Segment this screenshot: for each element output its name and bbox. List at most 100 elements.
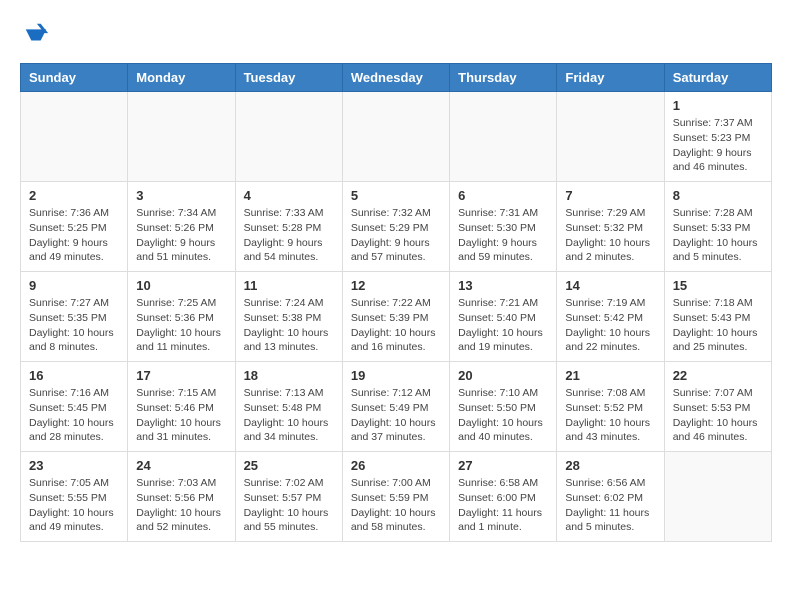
day-number: 12: [351, 278, 441, 293]
calendar-cell: 24 Sunrise: 7:03 AM Sunset: 5:56 PM Dayli…: [128, 452, 235, 542]
day-number: 11: [244, 278, 334, 293]
day-info: Sunrise: 7:36 AM Sunset: 5:25 PM Dayligh…: [29, 206, 119, 265]
page-header: [20, 20, 772, 53]
calendar-cell: [557, 92, 664, 182]
day-number: 7: [565, 188, 655, 203]
day-number: 10: [136, 278, 226, 293]
calendar-cell: 10 Sunrise: 7:25 AM Sunset: 5:36 PM Dayli…: [128, 272, 235, 362]
day-info: Sunrise: 7:25 AM Sunset: 5:36 PM Dayligh…: [136, 296, 226, 355]
logo-icon: [22, 20, 50, 48]
day-number: 23: [29, 458, 119, 473]
day-info: Sunrise: 7:21 AM Sunset: 5:40 PM Dayligh…: [458, 296, 548, 355]
day-number: 17: [136, 368, 226, 383]
calendar-cell: 18 Sunrise: 7:13 AM Sunset: 5:48 PM Dayli…: [235, 362, 342, 452]
calendar-cell: 3 Sunrise: 7:34 AM Sunset: 5:26 PM Daylig…: [128, 182, 235, 272]
calendar-cell: 27 Sunrise: 6:58 AM Sunset: 6:00 PM Dayli…: [450, 452, 557, 542]
calendar-cell: [342, 92, 449, 182]
calendar-cell: [664, 452, 771, 542]
day-number: 1: [673, 98, 763, 113]
day-number: 24: [136, 458, 226, 473]
calendar-cell: 28 Sunrise: 6:56 AM Sunset: 6:02 PM Dayli…: [557, 452, 664, 542]
weekday-header-saturday: Saturday: [664, 64, 771, 92]
weekday-header-sunday: Sunday: [21, 64, 128, 92]
day-info: Sunrise: 7:05 AM Sunset: 5:55 PM Dayligh…: [29, 476, 119, 535]
day-number: 22: [673, 368, 763, 383]
week-row-2: 2 Sunrise: 7:36 AM Sunset: 5:25 PM Daylig…: [21, 182, 772, 272]
day-info: Sunrise: 7:08 AM Sunset: 5:52 PM Dayligh…: [565, 386, 655, 445]
weekday-header-row: SundayMondayTuesdayWednesdayThursdayFrid…: [21, 64, 772, 92]
day-info: Sunrise: 7:18 AM Sunset: 5:43 PM Dayligh…: [673, 296, 763, 355]
day-info: Sunrise: 7:29 AM Sunset: 5:32 PM Dayligh…: [565, 206, 655, 265]
day-info: Sunrise: 7:28 AM Sunset: 5:33 PM Dayligh…: [673, 206, 763, 265]
calendar-cell: 26 Sunrise: 7:00 AM Sunset: 5:59 PM Dayli…: [342, 452, 449, 542]
day-info: Sunrise: 7:19 AM Sunset: 5:42 PM Dayligh…: [565, 296, 655, 355]
calendar-cell: 20 Sunrise: 7:10 AM Sunset: 5:50 PM Dayli…: [450, 362, 557, 452]
calendar-cell: [235, 92, 342, 182]
day-info: Sunrise: 7:10 AM Sunset: 5:50 PM Dayligh…: [458, 386, 548, 445]
day-info: Sunrise: 7:24 AM Sunset: 5:38 PM Dayligh…: [244, 296, 334, 355]
day-info: Sunrise: 7:15 AM Sunset: 5:46 PM Dayligh…: [136, 386, 226, 445]
day-number: 13: [458, 278, 548, 293]
day-info: Sunrise: 7:07 AM Sunset: 5:53 PM Dayligh…: [673, 386, 763, 445]
calendar-cell: 19 Sunrise: 7:12 AM Sunset: 5:49 PM Dayli…: [342, 362, 449, 452]
calendar-cell: 22 Sunrise: 7:07 AM Sunset: 5:53 PM Dayli…: [664, 362, 771, 452]
day-number: 16: [29, 368, 119, 383]
day-info: Sunrise: 7:13 AM Sunset: 5:48 PM Dayligh…: [244, 386, 334, 445]
calendar-cell: 21 Sunrise: 7:08 AM Sunset: 5:52 PM Dayli…: [557, 362, 664, 452]
day-number: 4: [244, 188, 334, 203]
week-row-5: 23 Sunrise: 7:05 AM Sunset: 5:55 PM Dayli…: [21, 452, 772, 542]
calendar-cell: 2 Sunrise: 7:36 AM Sunset: 5:25 PM Daylig…: [21, 182, 128, 272]
day-number: 3: [136, 188, 226, 203]
calendar-cell: [21, 92, 128, 182]
day-number: 18: [244, 368, 334, 383]
calendar-cell: 11 Sunrise: 7:24 AM Sunset: 5:38 PM Dayli…: [235, 272, 342, 362]
calendar-cell: 23 Sunrise: 7:05 AM Sunset: 5:55 PM Dayli…: [21, 452, 128, 542]
day-info: Sunrise: 7:22 AM Sunset: 5:39 PM Dayligh…: [351, 296, 441, 355]
day-info: Sunrise: 7:02 AM Sunset: 5:57 PM Dayligh…: [244, 476, 334, 535]
calendar-cell: 6Sunrise: 7:31 AM Sunset: 5:30 PM Daylig…: [450, 182, 557, 272]
calendar-cell: 13 Sunrise: 7:21 AM Sunset: 5:40 PM Dayli…: [450, 272, 557, 362]
day-number: 28: [565, 458, 655, 473]
day-info: Sunrise: 7:00 AM Sunset: 5:59 PM Dayligh…: [351, 476, 441, 535]
calendar-cell: 14 Sunrise: 7:19 AM Sunset: 5:42 PM Dayli…: [557, 272, 664, 362]
day-number: 14: [565, 278, 655, 293]
day-info: Sunrise: 7:27 AM Sunset: 5:35 PM Dayligh…: [29, 296, 119, 355]
week-row-3: 9 Sunrise: 7:27 AM Sunset: 5:35 PM Daylig…: [21, 272, 772, 362]
calendar-cell: 17 Sunrise: 7:15 AM Sunset: 5:46 PM Dayli…: [128, 362, 235, 452]
calendar-cell: 1 Sunrise: 7:37 AM Sunset: 5:23 PM Daylig…: [664, 92, 771, 182]
week-row-1: 1 Sunrise: 7:37 AM Sunset: 5:23 PM Daylig…: [21, 92, 772, 182]
day-number: 9: [29, 278, 119, 293]
calendar-cell: 7 Sunrise: 7:29 AM Sunset: 5:32 PM Daylig…: [557, 182, 664, 272]
day-number: 5: [351, 188, 441, 203]
calendar-cell: 12 Sunrise: 7:22 AM Sunset: 5:39 PM Dayli…: [342, 272, 449, 362]
day-number: 15: [673, 278, 763, 293]
weekday-header-friday: Friday: [557, 64, 664, 92]
day-number: 2: [29, 188, 119, 203]
calendar-cell: 15 Sunrise: 7:18 AM Sunset: 5:43 PM Dayli…: [664, 272, 771, 362]
day-number: 27: [458, 458, 548, 473]
calendar-cell: 25 Sunrise: 7:02 AM Sunset: 5:57 PM Dayli…: [235, 452, 342, 542]
calendar-table: SundayMondayTuesdayWednesdayThursdayFrid…: [20, 63, 772, 542]
day-number: 8: [673, 188, 763, 203]
weekday-header-thursday: Thursday: [450, 64, 557, 92]
day-number: 26: [351, 458, 441, 473]
weekday-header-monday: Monday: [128, 64, 235, 92]
day-info: Sunrise: 7:34 AM Sunset: 5:26 PM Dayligh…: [136, 206, 226, 265]
day-info: Sunrise: 7:37 AM Sunset: 5:23 PM Dayligh…: [673, 116, 763, 175]
day-info: Sunrise: 7:33 AM Sunset: 5:28 PM Dayligh…: [244, 206, 334, 265]
day-info: Sunrise: 7:12 AM Sunset: 5:49 PM Dayligh…: [351, 386, 441, 445]
day-info: Sunrise: 7:32 AM Sunset: 5:29 PM Dayligh…: [351, 206, 441, 265]
calendar-cell: 8 Sunrise: 7:28 AM Sunset: 5:33 PM Daylig…: [664, 182, 771, 272]
day-info: Sunrise: 7:03 AM Sunset: 5:56 PM Dayligh…: [136, 476, 226, 535]
calendar-cell: 16 Sunrise: 7:16 AM Sunset: 5:45 PM Dayli…: [21, 362, 128, 452]
day-info: Sunrise: 6:58 AM Sunset: 6:00 PM Dayligh…: [458, 476, 548, 535]
calendar-cell: [450, 92, 557, 182]
day-number: 20: [458, 368, 548, 383]
day-info: Sunrise: 7:16 AM Sunset: 5:45 PM Dayligh…: [29, 386, 119, 445]
calendar-cell: [128, 92, 235, 182]
calendar-cell: 4 Sunrise: 7:33 AM Sunset: 5:28 PM Daylig…: [235, 182, 342, 272]
day-number: 25: [244, 458, 334, 473]
day-number: 19: [351, 368, 441, 383]
day-number: 21: [565, 368, 655, 383]
day-info: Sunrise: 6:56 AM Sunset: 6:02 PM Dayligh…: [565, 476, 655, 535]
